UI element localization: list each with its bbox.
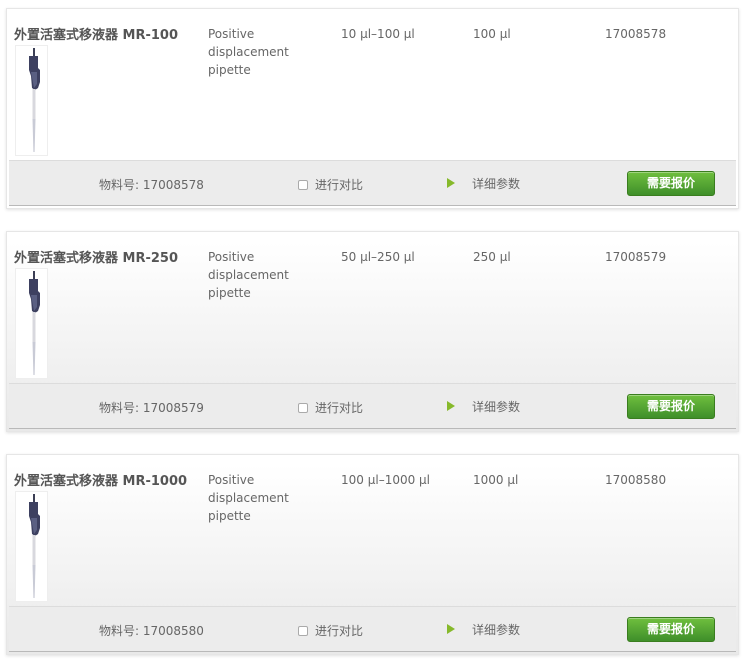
type-line: pipette [208,286,251,300]
product-title[interactable]: 外置活塞式移液器 MR-1000 [14,470,187,489]
type-line: Positive displacement [208,473,289,505]
volume-range: 100 µl–1000 µl [341,473,431,487]
volume-max: 100 µl [473,27,511,41]
product-card: 外置活塞式移液器 MR-250 Positive displacement pi… [6,231,739,432]
material-number: 物料号: 17008578 [99,178,204,192]
request-quote-button[interactable]: 需要报价 [627,617,715,642]
volume-range: 50 µl–250 µl [341,250,415,264]
compare-checkbox[interactable] [298,626,308,636]
details-label[interactable]: 详细参数 [472,623,520,637]
request-quote-button[interactable]: 需要报价 [627,171,715,196]
product-list: 外置活塞式移液器 MR-100 Positive displacement pi… [0,0,745,664]
material-number: 物料号: 17008580 [99,624,204,638]
product-card: 外置活塞式移液器 MR-1000 Positive displacement p… [6,454,739,655]
type-line: Positive displacement [208,250,289,282]
material-number: 物料号: 17008579 [99,401,204,415]
volume-range: 10 µl–100 µl [341,27,415,41]
compare-toggle[interactable]: 进行对比 [298,176,363,193]
details-link[interactable]: 详细参数 [447,398,520,415]
volume-max: 250 µl [473,250,511,264]
play-arrow-icon[interactable] [447,401,455,411]
type-line: Positive displacement [208,27,289,59]
pipette-image[interactable] [15,45,48,156]
part-number: 17008578 [605,27,667,41]
product-action-bar: 物料号: 17008578 进行对比 详细参数 需要报价 [9,160,736,206]
compare-label[interactable]: 进行对比 [315,178,363,192]
play-arrow-icon[interactable] [447,624,455,634]
product-title[interactable]: 外置活塞式移液器 MR-250 [14,247,178,266]
compare-toggle[interactable]: 进行对比 [298,622,363,639]
compare-toggle[interactable]: 进行对比 [298,399,363,416]
product-card: 外置活塞式移液器 MR-100 Positive displacement pi… [6,8,739,209]
compare-label[interactable]: 进行对比 [315,624,363,638]
compare-label[interactable]: 进行对比 [315,401,363,415]
compare-checkbox[interactable] [298,403,308,413]
product-info: 外置活塞式移液器 MR-100 Positive displacement pi… [7,9,738,159]
product-action-bar: 物料号: 17008579 进行对比 详细参数 需要报价 [9,383,736,429]
details-label[interactable]: 详细参数 [472,400,520,414]
product-type: Positive displacement pipette [208,25,333,79]
part-number: 17008580 [605,473,667,487]
request-quote-button[interactable]: 需要报价 [627,394,715,419]
pipette-image[interactable] [15,268,48,379]
details-link[interactable]: 详细参数 [447,175,520,192]
part-number: 17008579 [605,250,667,264]
volume-max: 1000 µl [473,473,519,487]
type-line: pipette [208,63,251,77]
pipette-image[interactable] [15,491,48,602]
product-type: Positive displacement pipette [208,471,333,525]
product-title[interactable]: 外置活塞式移液器 MR-100 [14,24,178,43]
details-link[interactable]: 详细参数 [447,621,520,638]
product-type: Positive displacement pipette [208,248,333,302]
product-info: 外置活塞式移液器 MR-1000 Positive displacement p… [7,455,738,605]
product-info: 外置活塞式移液器 MR-250 Positive displacement pi… [7,232,738,382]
details-label[interactable]: 详细参数 [472,177,520,191]
play-arrow-icon[interactable] [447,178,455,188]
product-action-bar: 物料号: 17008580 进行对比 详细参数 需要报价 [9,606,736,652]
compare-checkbox[interactable] [298,180,308,190]
type-line: pipette [208,509,251,523]
